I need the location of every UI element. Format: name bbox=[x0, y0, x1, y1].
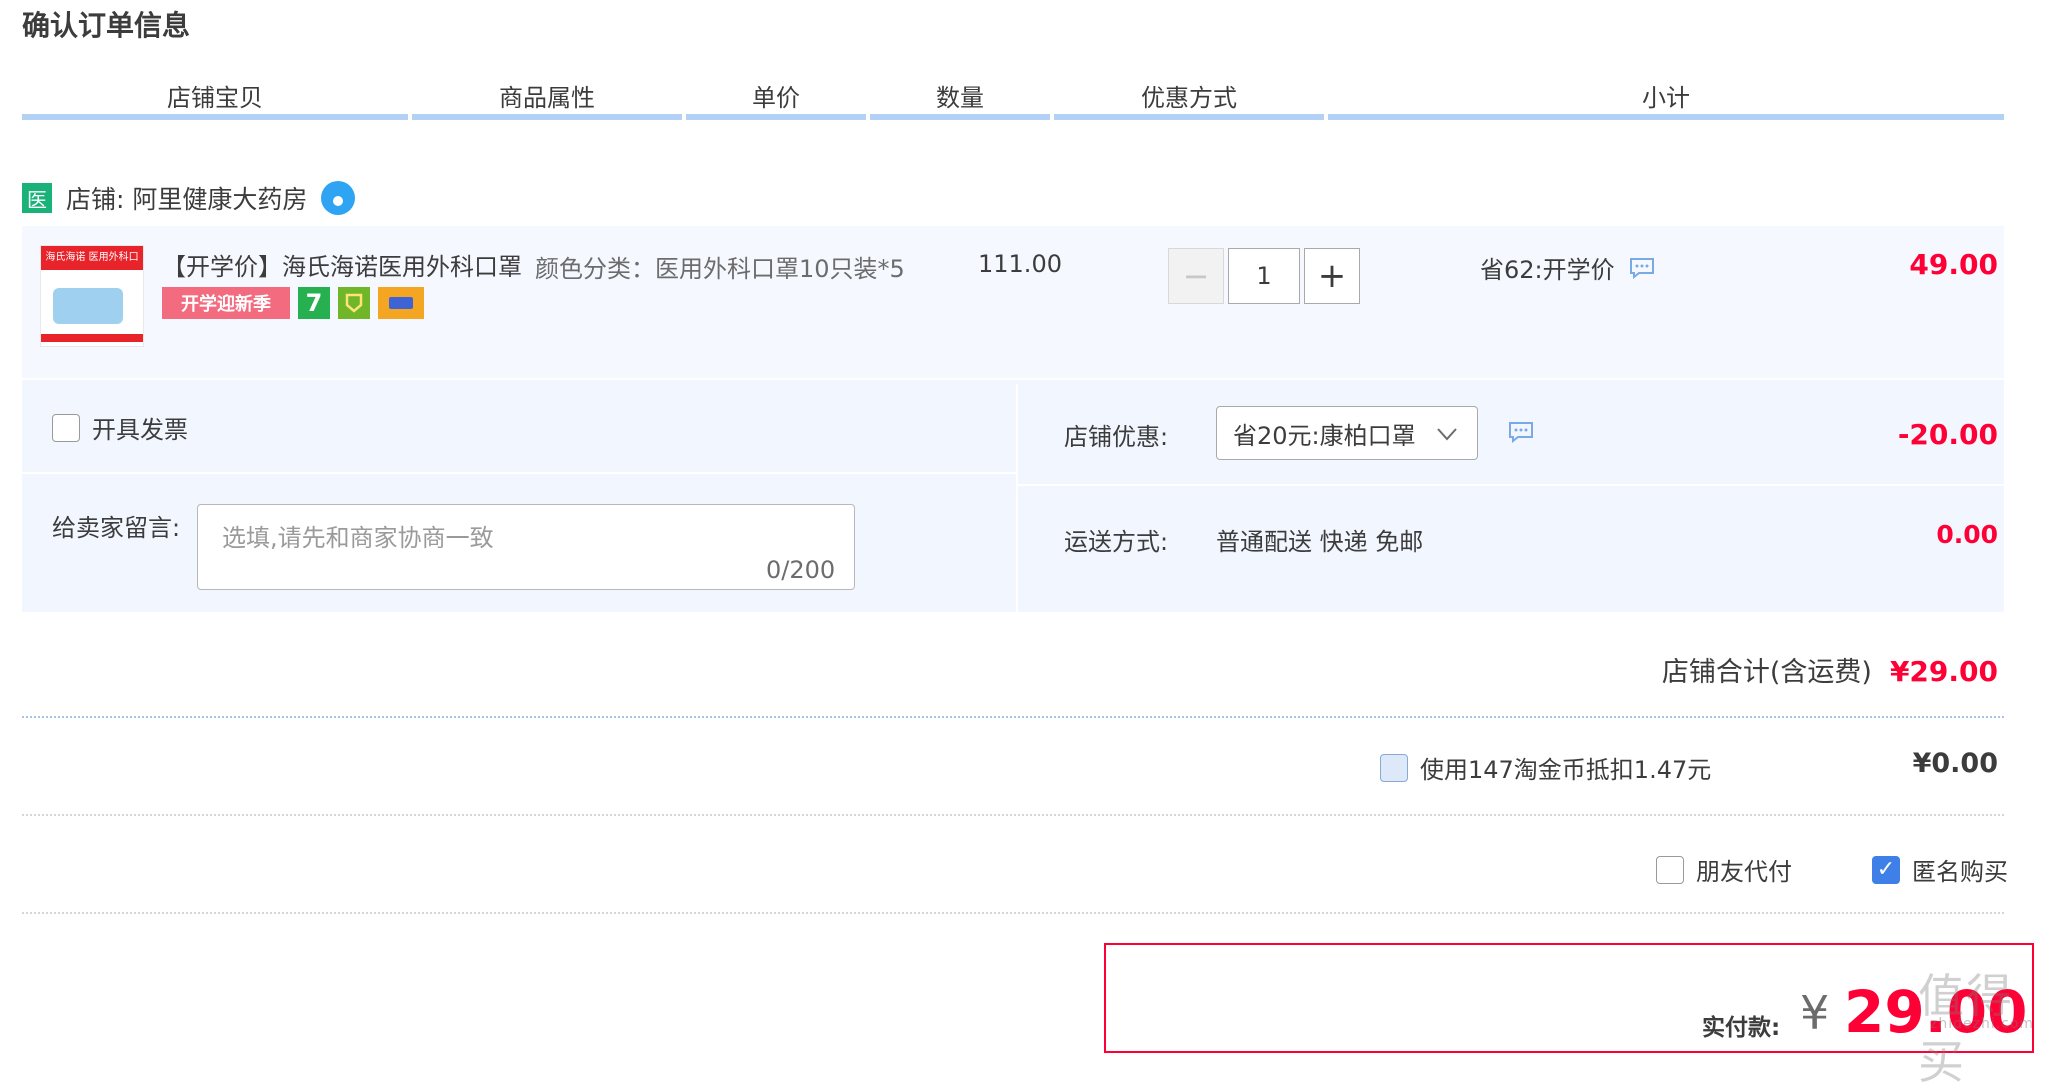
product-name-link[interactable]: 【开学价】海氏海诺医用外科口罩 bbox=[162, 247, 522, 282]
friend-pay-option[interactable]: 朋友代付 bbox=[1656, 852, 1792, 887]
payment-currency: ¥ bbox=[1800, 986, 1830, 1040]
chevron-down-icon bbox=[1437, 428, 1457, 441]
invoice-label: 开具发票 bbox=[92, 416, 188, 444]
shop-discount-selected: 省20元:康柏口罩 bbox=[1233, 421, 1416, 450]
shield-guarantee-icon bbox=[338, 287, 370, 319]
divider bbox=[22, 716, 2004, 718]
shop-total-amount: ¥29.00 bbox=[1889, 655, 1998, 688]
watermark-url: zhidezhi.com bbox=[1930, 1016, 2035, 1032]
column-header-discount: 优惠方式 bbox=[1054, 78, 1324, 120]
column-header-subtotal: 小计 bbox=[1328, 78, 2004, 120]
column-header-quantity: 数量 bbox=[870, 78, 1050, 120]
mask-image bbox=[53, 288, 123, 324]
column-header-unit-price: 单价 bbox=[686, 78, 866, 120]
invoice-option[interactable]: 开具发票 bbox=[52, 410, 188, 445]
promo-tag: 开学迎新季 bbox=[162, 287, 290, 319]
friend-pay-label: 朋友代付 bbox=[1696, 858, 1792, 886]
shipping-method: 普通配送 快递 免邮 bbox=[1216, 528, 1424, 556]
message-char-count: 0/200 bbox=[766, 556, 836, 584]
message-label: 给卖家留言: bbox=[52, 514, 181, 542]
shop-total: 店铺合计(含运费) ¥29.00 bbox=[1400, 650, 1998, 689]
product-thumbnail[interactable]: 海氏海诺 医用外科口罩 bbox=[40, 245, 144, 347]
item-subtotal: 49.00 bbox=[1909, 248, 1998, 281]
divider bbox=[22, 912, 2004, 914]
anonymous-checkbox[interactable]: ✓ bbox=[1872, 855, 1900, 884]
shop-row: 医 店铺: 阿里健康大药房 bbox=[22, 180, 356, 216]
column-header-shop-item: 店铺宝贝 bbox=[22, 78, 408, 120]
discount-info-icon[interactable] bbox=[1508, 421, 1534, 447]
anonymous-label: 匿名购买 bbox=[1912, 858, 2008, 886]
unit-price: 111.00 bbox=[978, 250, 1062, 278]
promotion-text: 省62:开学价 bbox=[1480, 256, 1615, 284]
promotion-info-icon[interactable] bbox=[1629, 257, 1655, 279]
table-header: 店铺宝贝 商品属性 单价 数量 优惠方式 小计 bbox=[22, 78, 2004, 122]
shipping-amount: 0.00 bbox=[1936, 520, 1998, 549]
shop-name[interactable]: 店铺: 阿里健康大药房 bbox=[66, 180, 307, 216]
shop-total-label: 店铺合计(含运费) bbox=[1661, 657, 1872, 688]
coin-amount: ¥0.00 bbox=[1912, 748, 1998, 779]
column-header-attributes: 商品属性 bbox=[412, 78, 682, 120]
seven-day-return-icon: 7 bbox=[298, 287, 330, 319]
thumbnail-footer bbox=[41, 334, 143, 342]
divider bbox=[1018, 484, 2004, 486]
shop-discount-label: 店铺优惠: bbox=[1064, 423, 1169, 451]
shipping-label: 运送方式: bbox=[1064, 528, 1169, 556]
friend-pay-checkbox[interactable] bbox=[1656, 855, 1684, 884]
thumbnail-banner: 海氏海诺 医用外科口罩 bbox=[41, 246, 143, 287]
quantity-increase-button[interactable]: + bbox=[1304, 248, 1360, 304]
page-title: 确认订单信息 bbox=[22, 9, 191, 42]
product-attributes: 颜色分类：医用外科口罩10只装*5 bbox=[535, 255, 905, 283]
anonymous-purchase-option[interactable]: ✓ 匿名购买 bbox=[1872, 852, 2008, 887]
item-promotion: 省62:开学价 bbox=[1480, 250, 1655, 285]
quantity-decrease-button[interactable]: − bbox=[1168, 248, 1224, 304]
divider bbox=[22, 472, 1016, 474]
coin-label: 使用147淘金币抵扣1.47元 bbox=[1420, 756, 1712, 784]
quantity-input[interactable]: 1 bbox=[1228, 248, 1300, 304]
credit-card-icon bbox=[378, 287, 424, 319]
vertical-divider bbox=[1016, 384, 1018, 612]
medical-badge-icon: 医 bbox=[22, 183, 52, 213]
shop-discount-select[interactable]: 省20元:康柏口罩 bbox=[1216, 406, 1478, 460]
wangwang-chat-icon[interactable] bbox=[321, 181, 356, 215]
invoice-checkbox[interactable] bbox=[52, 413, 80, 442]
divider bbox=[22, 814, 2004, 816]
product-tags: 开学迎新季 7 bbox=[162, 287, 424, 319]
message-placeholder: 选填,请先和商家协商一致 bbox=[222, 524, 494, 552]
shop-discount-amount: -20.00 bbox=[1897, 418, 1998, 451]
coin-option[interactable]: 使用147淘金币抵扣1.47元 bbox=[1380, 750, 1711, 785]
coin-checkbox[interactable] bbox=[1380, 753, 1408, 782]
payment-label: 实付款: bbox=[1702, 1015, 1781, 1041]
